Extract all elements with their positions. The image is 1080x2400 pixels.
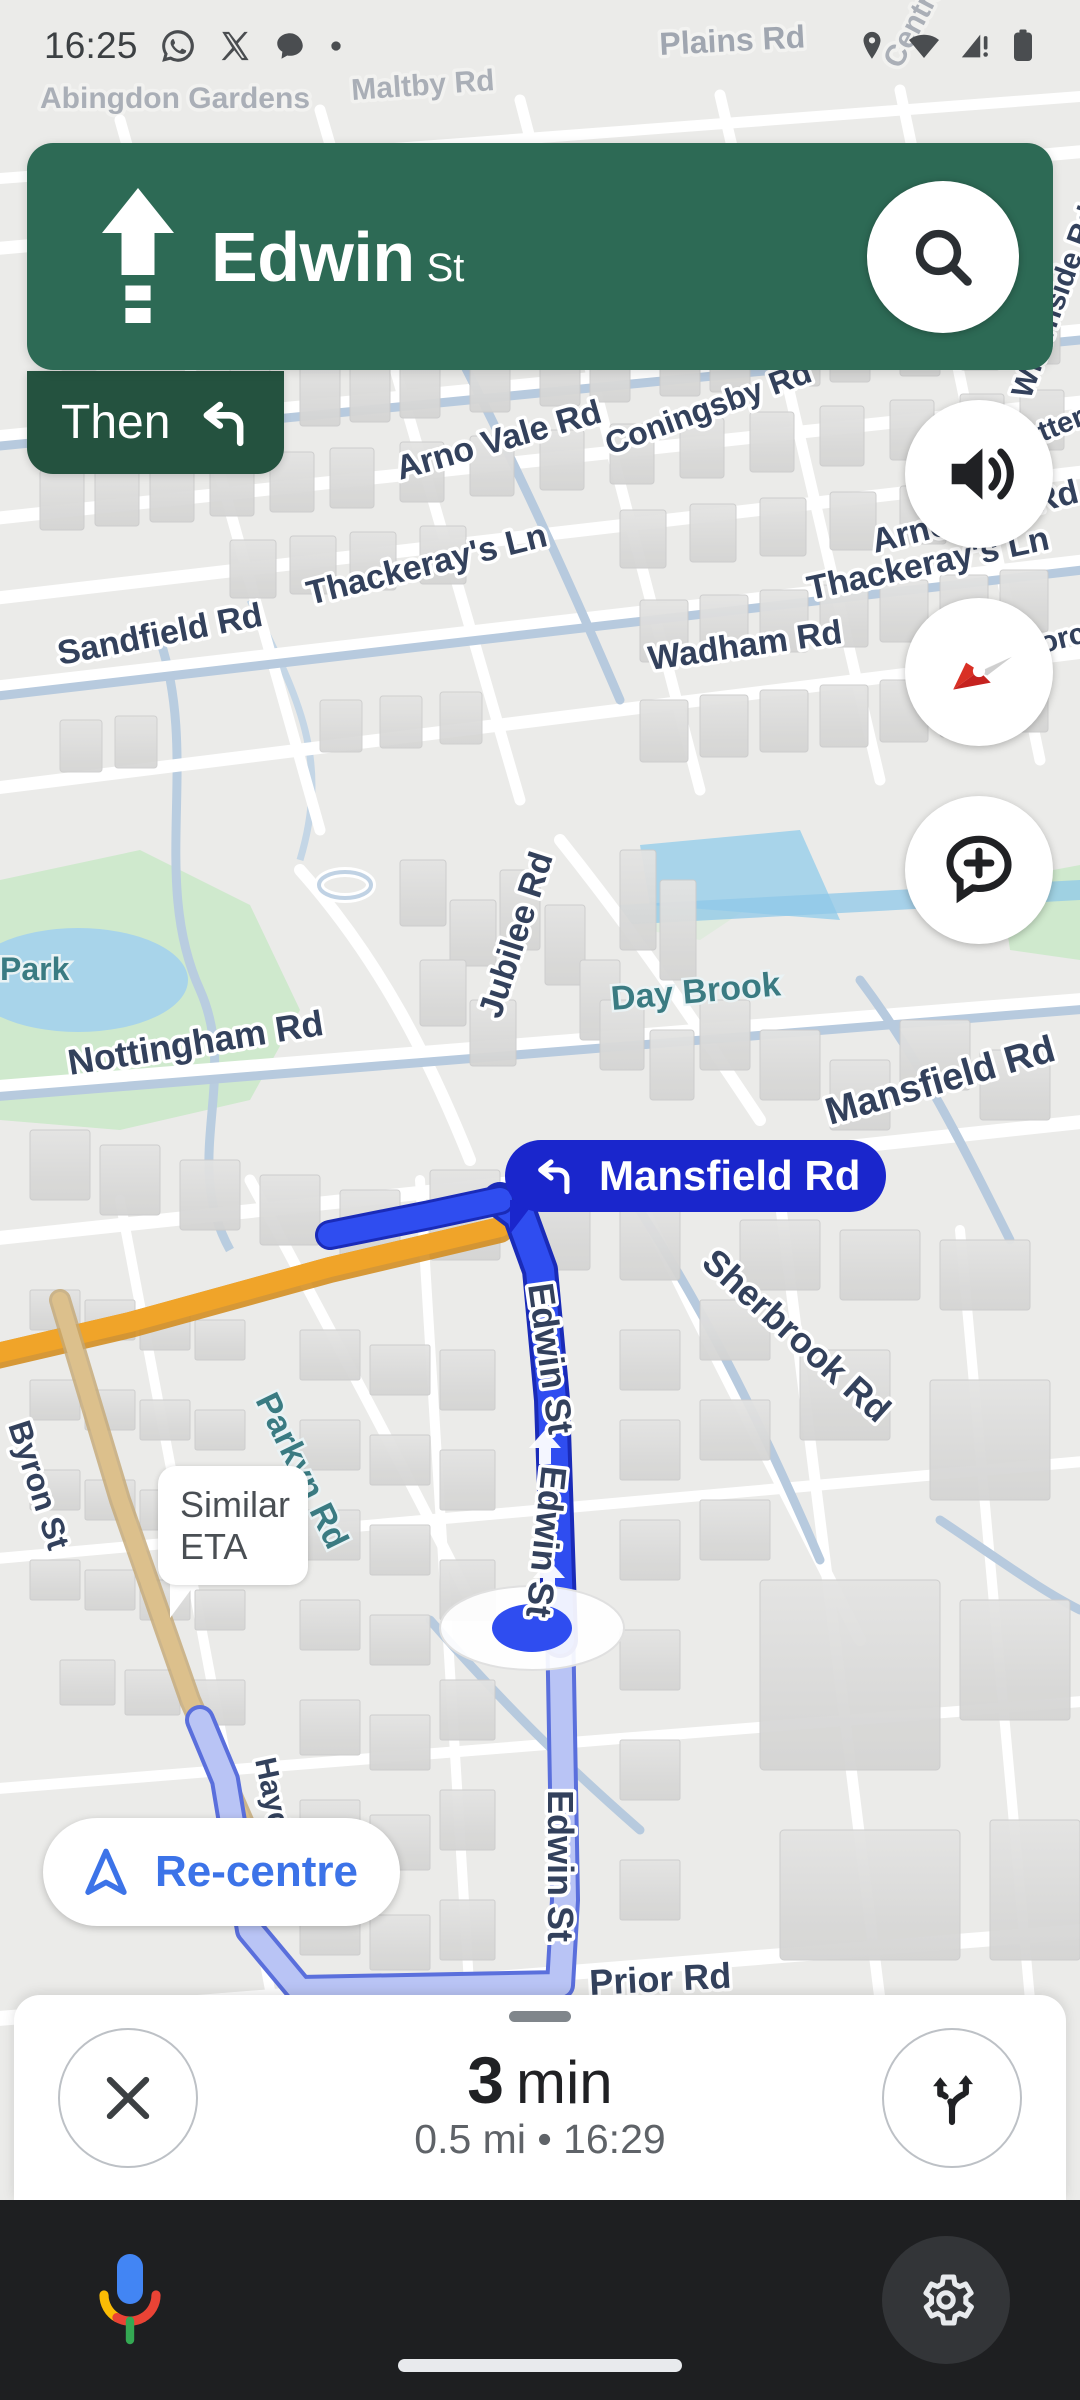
navigation-arrow-icon <box>85 1848 127 1895</box>
turn-left-icon <box>203 401 244 446</box>
sound-toggle-button[interactable] <box>905 400 1053 548</box>
compass-icon <box>953 656 1012 690</box>
map-street-label: Plains Rd <box>658 18 805 62</box>
eta-summary: 3 min 0.5 mi • 16:29 <box>414 2047 665 2160</box>
eta-duration-value: 3 <box>467 2043 504 2117</box>
eta-main-line: 3 min <box>467 2047 612 2113</box>
alternate-routes-icon <box>933 2074 974 2125</box>
map-street-label: Edwin St <box>540 1790 581 1942</box>
similar-eta-line-2: ETA <box>180 1526 248 1568</box>
volume-up-icon <box>951 448 1014 500</box>
street-name-line: Edwin St <box>211 222 867 292</box>
google-assistant-button[interactable] <box>70 2240 190 2360</box>
compass-button[interactable] <box>905 598 1053 746</box>
then-label: Then <box>61 395 171 449</box>
gear-icon <box>923 2274 974 2326</box>
mansfield-road-callout[interactable]: Mansfield Rd <box>505 1140 887 1212</box>
recentre-button[interactable]: Re-centre <box>43 1818 400 1926</box>
eta-duration-unit: min <box>516 2049 613 2116</box>
next-maneuver-panel[interactable]: Then <box>27 371 285 474</box>
mansfield-callout-label: Mansfield Rd <box>599 1152 861 1199</box>
phone-screen: Abingdon GardensMaltby RdPlains RdCentra… <box>0 0 1080 2400</box>
search-icon <box>915 229 972 286</box>
end-navigation-button[interactable] <box>58 2027 198 2168</box>
google-assistant-mic-icon <box>99 2254 161 2345</box>
straight-arrow-icon <box>83 182 193 332</box>
home-gesture-indicator[interactable] <box>398 2359 682 2372</box>
map-street-label: Park <box>0 951 70 987</box>
close-x-icon <box>106 2076 150 2119</box>
search-along-route-button[interactable] <box>867 180 1019 333</box>
report-incident-button[interactable] <box>905 796 1053 944</box>
system-navigation-bar <box>0 2200 1080 2400</box>
street-suffix: St <box>426 245 465 290</box>
navigation-settings-button[interactable] <box>882 2236 1010 2364</box>
eta-distance-arrival: 0.5 mi • 16:29 <box>414 2116 666 2162</box>
street-name: Edwin <box>211 217 415 296</box>
alternate-routes-button[interactable] <box>881 2027 1022 2168</box>
trip-summary-sheet[interactable]: 3 min 0.5 mi • 16:29 <box>14 1995 1066 2200</box>
map-street-label: Abingdon Gardens <box>40 82 310 115</box>
navigation-instruction-banner[interactable]: Edwin St <box>27 143 1053 370</box>
similar-eta-line-1: Similar <box>180 1484 291 1525</box>
similar-eta-callout[interactable]: Similar ETA <box>158 1466 308 1585</box>
add-report-bubble-icon <box>946 835 1012 904</box>
turn-left-icon <box>538 1159 570 1195</box>
sheet-drag-handle[interactable] <box>509 2011 571 2022</box>
recentre-label: Re-centre <box>155 1847 358 1896</box>
